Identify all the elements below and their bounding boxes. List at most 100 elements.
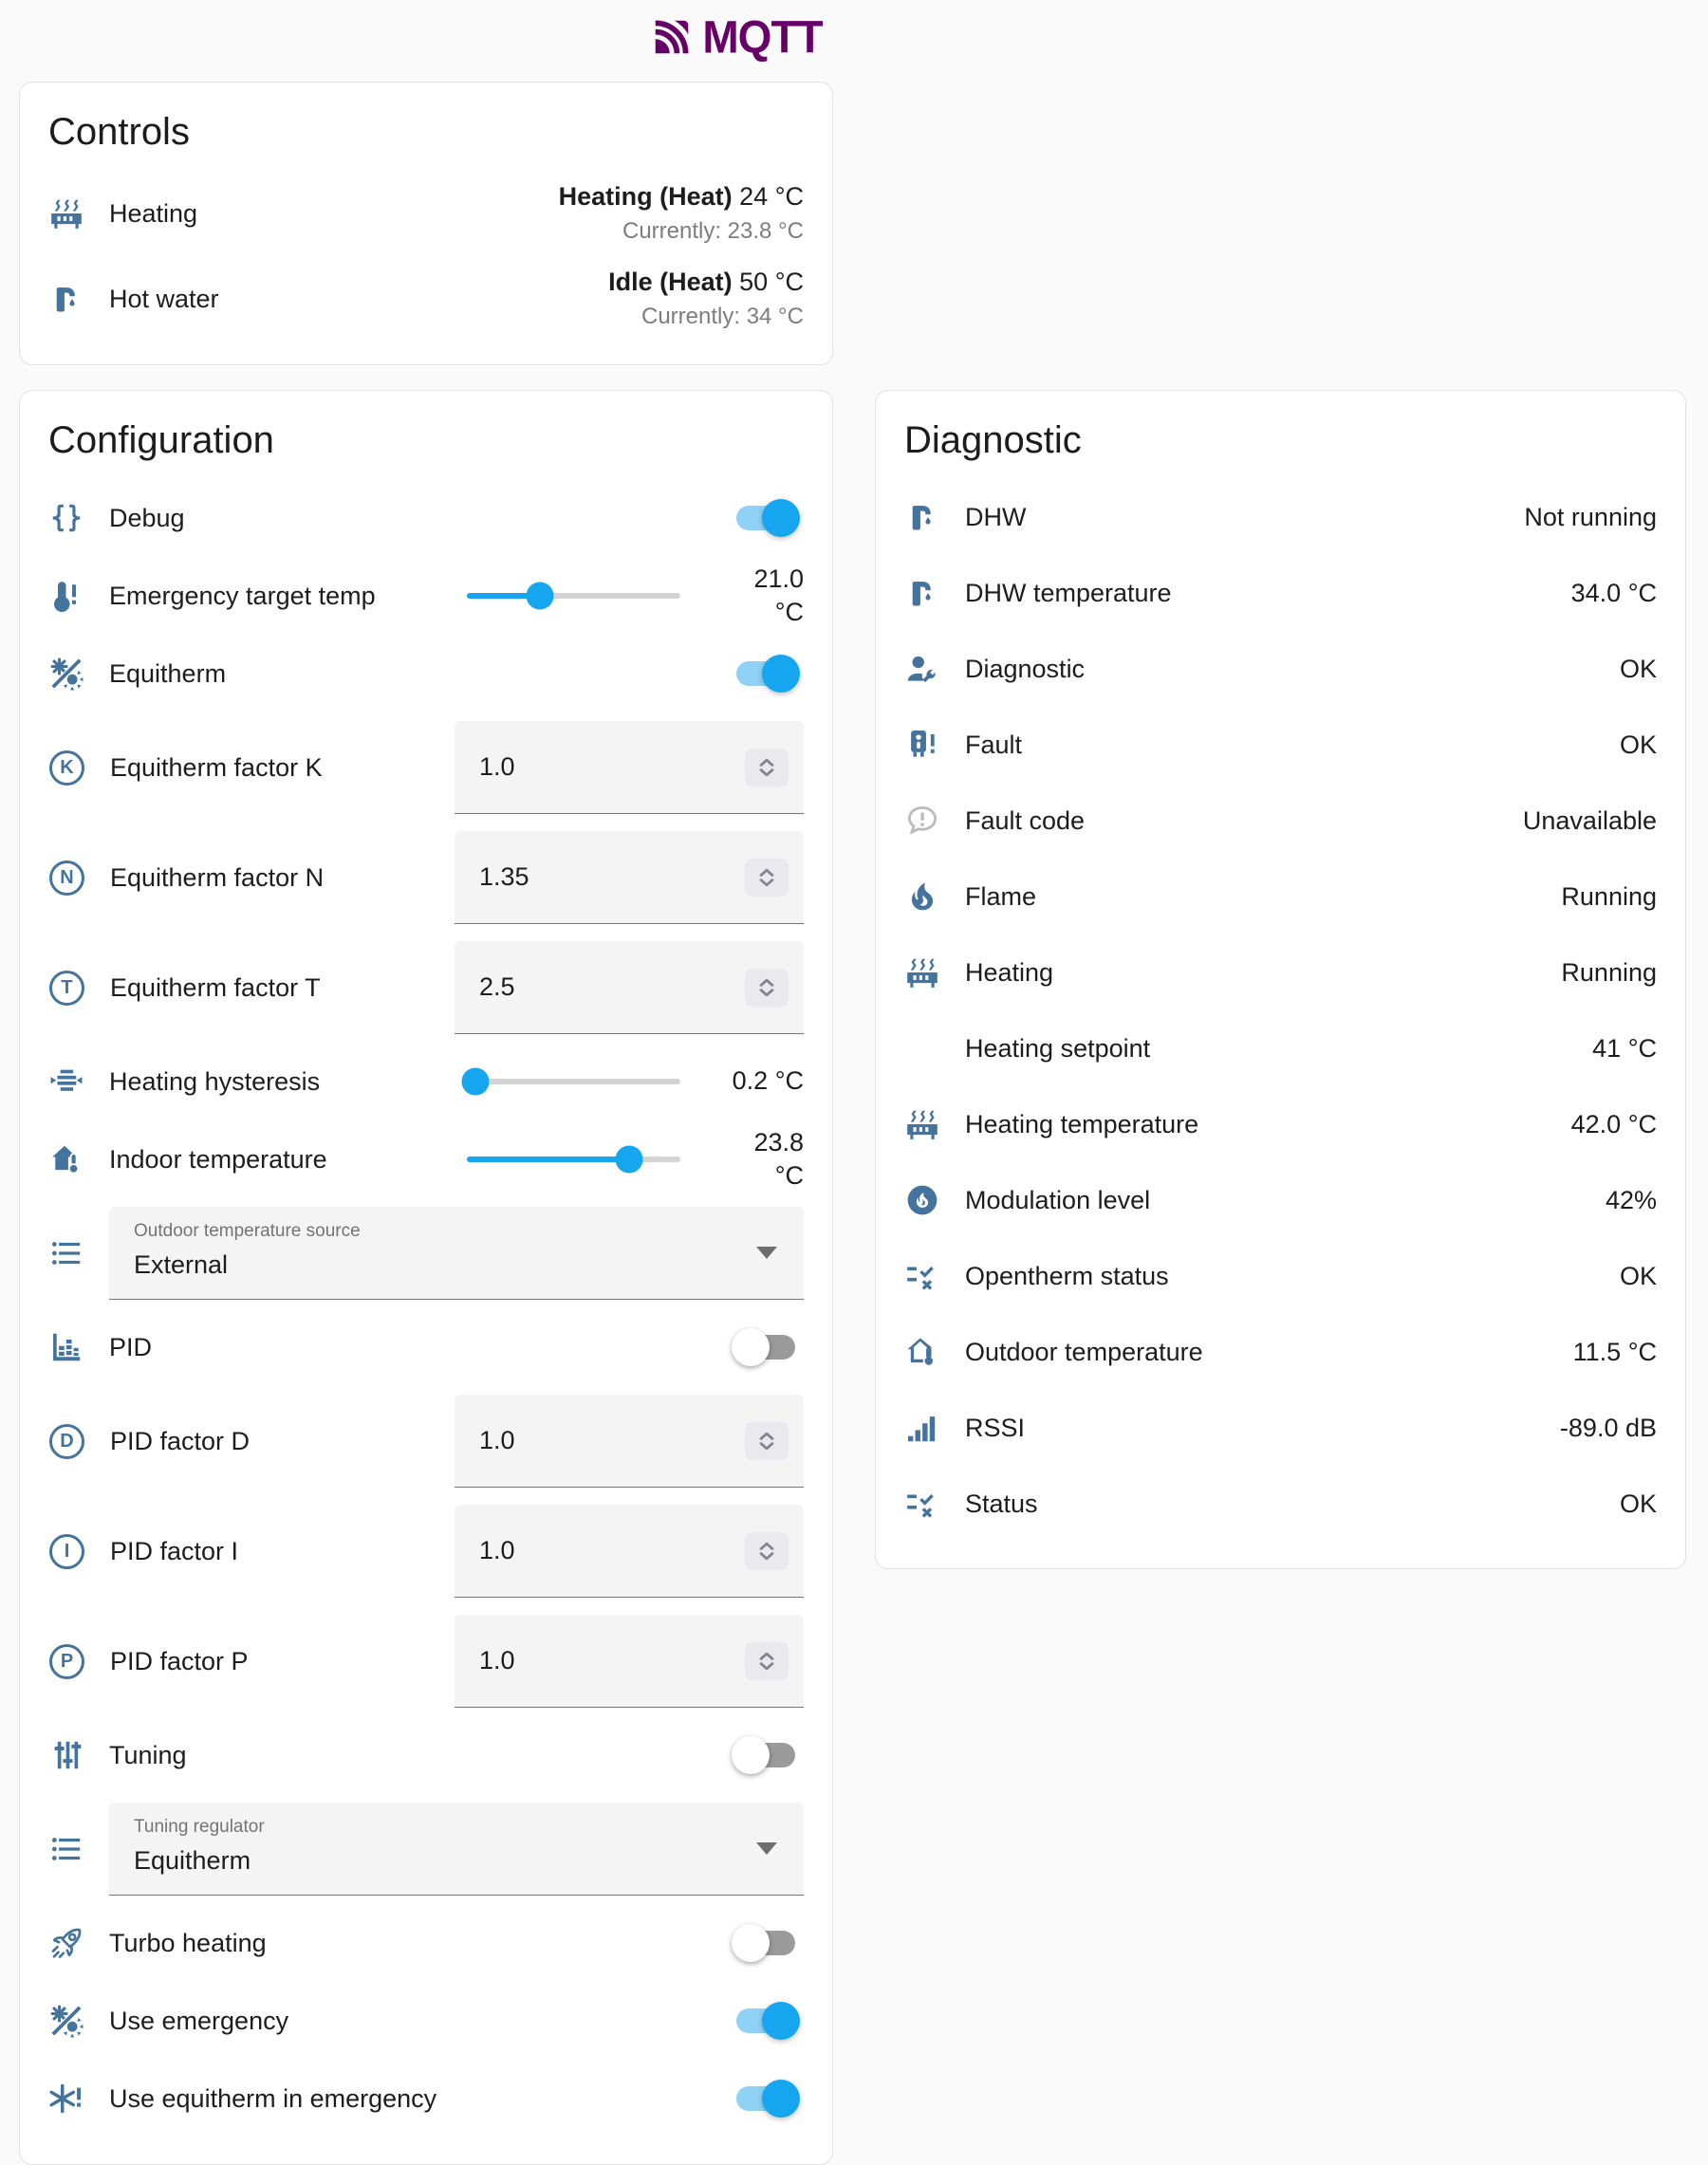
sun-snowflake-icon: [48, 2003, 84, 2039]
diag-row-rssi[interactable]: RSSI -89.0 dB: [904, 1390, 1657, 1466]
pid-factor-i-input[interactable]: 1.0: [455, 1505, 804, 1598]
climate-state: Heating (Heat) 24 °C Currently: 23.8 °C: [559, 182, 804, 245]
sensor-value: OK: [1620, 1262, 1657, 1291]
config-row-use-emergency: Use emergency: [48, 1982, 804, 2060]
pid-factor-p-input[interactable]: 1.0: [455, 1615, 804, 1708]
alpha-k-circle-icon: K: [49, 750, 84, 786]
sun-snowflake-icon: [48, 656, 84, 692]
diag-row-status[interactable]: Status OK: [904, 1466, 1657, 1542]
debug-toggle[interactable]: [736, 506, 795, 530]
control-row-hot-water[interactable]: Hot water Idle (Heat) 50 °C Currently: 3…: [48, 256, 804, 342]
alpha-d-circle-icon: D: [49, 1424, 84, 1459]
list-status-icon: [904, 1258, 940, 1294]
sensor-value: 42%: [1606, 1186, 1657, 1215]
diag-row-fault[interactable]: Fault OK: [904, 707, 1657, 783]
diag-row-heating[interactable]: Heating Running: [904, 934, 1657, 1010]
select-label: Tuning regulator: [134, 1817, 737, 1838]
sensor-value: 34.0 °C: [1571, 579, 1657, 608]
tuning-regulator-select[interactable]: Tuning regulator Equitherm: [109, 1803, 804, 1896]
diag-row-dhw[interactable]: DHW Not running: [904, 479, 1657, 555]
select-value: Equitherm: [134, 1846, 737, 1876]
diag-row-modulation-level[interactable]: Modulation level 42%: [904, 1162, 1657, 1238]
diag-row-diagnostic[interactable]: Diagnostic OK: [904, 631, 1657, 707]
config-row-heating-hysteresis: Heating hysteresis 0.2 °C: [48, 1043, 804, 1120]
diag-row-heating-setpoint[interactable]: Heating setpoint 41 °C: [904, 1010, 1657, 1086]
sensor-value: Running: [1561, 958, 1657, 988]
config-row-pid-factor-p: P PID factor P 1.0: [48, 1606, 804, 1716]
water-pump-icon: [48, 281, 84, 317]
equitherm-toggle[interactable]: [736, 661, 795, 686]
use-emergency-toggle[interactable]: [736, 2008, 795, 2033]
outdoor-temperature-source-select[interactable]: Outdoor temperature source External: [109, 1207, 804, 1300]
sensor-label: DHW temperature: [965, 579, 1547, 608]
setting-label: Use equitherm in emergency: [109, 2084, 712, 2114]
use-equitherm-in-emergency-toggle[interactable]: [736, 2086, 795, 2111]
slider-value: 23.8 °C: [720, 1126, 804, 1193]
fire-icon: [904, 879, 940, 915]
pid-factor-d-input[interactable]: 1.0: [455, 1395, 804, 1488]
config-row-pid-factor-i: I PID factor I 1.0: [48, 1496, 804, 1606]
sensor-value: 42.0 °C: [1571, 1110, 1657, 1139]
config-row-debug: Debug: [48, 479, 804, 557]
setting-label: PID factor P: [110, 1647, 430, 1676]
number-stepper[interactable]: [745, 1532, 789, 1570]
thermometer-water-icon: [904, 1030, 940, 1066]
heating-hysteresis-slider[interactable]: [467, 1079, 680, 1084]
chevron-up-down-icon: [754, 1539, 779, 1564]
setting-label: Equitherm factor N: [110, 863, 430, 893]
diag-row-opentherm-status[interactable]: Opentherm status OK: [904, 1238, 1657, 1314]
diag-row-outdoor-temperature[interactable]: Outdoor temperature 11.5 °C: [904, 1314, 1657, 1390]
setting-label: Tuning: [109, 1741, 712, 1770]
setting-label: Heating hysteresis: [109, 1067, 442, 1097]
equitherm-factor-k-input[interactable]: 1.0: [455, 721, 804, 814]
sensor-label: DHW: [965, 503, 1499, 532]
sensor-label: RSSI: [965, 1414, 1535, 1443]
indoor-temperature-slider[interactable]: [467, 1157, 680, 1162]
tuning-toggle[interactable]: [736, 1743, 795, 1767]
diagnostic-card: Diagnostic DHW Not running DHW temperatu…: [875, 390, 1686, 1569]
number-value: 1.0: [479, 1536, 515, 1565]
header: MQTT: [0, 0, 1571, 63]
device-page: MQTT Controls Heating Heating (Heat) 24 …: [0, 0, 1708, 2165]
snowflake-alert-icon: [48, 2081, 84, 2117]
number-stepper[interactable]: [745, 1642, 789, 1680]
diag-row-dhw-temperature[interactable]: DHW temperature 34.0 °C: [904, 555, 1657, 631]
message-alert-icon: [904, 803, 940, 839]
config-row-indoor-temperature: Indoor temperature 23.8 °C: [48, 1120, 804, 1198]
setting-label: Indoor temperature: [109, 1145, 442, 1175]
sensor-label: Outdoor temperature: [965, 1338, 1549, 1367]
sensor-value: Running: [1561, 882, 1657, 912]
sensor-value: OK: [1620, 655, 1657, 684]
diagnostic-title: Diagnostic: [904, 419, 1657, 462]
pid-toggle[interactable]: [736, 1335, 795, 1360]
controls-card: Controls Heating Heating (Heat) 24 °C Cu…: [19, 82, 833, 365]
turbo-heating-toggle[interactable]: [736, 1931, 795, 1955]
configuration-card: Configuration Debug Emergency target tem…: [19, 390, 833, 2165]
alpha-i-circle-icon: I: [49, 1534, 84, 1569]
fire-circle-icon: [904, 1182, 940, 1218]
emergency-target-temp-slider[interactable]: [467, 593, 680, 599]
equitherm-factor-t-input[interactable]: 2.5: [455, 941, 804, 1034]
hvac-action: Idle (Heat): [608, 268, 733, 296]
number-stepper[interactable]: [745, 749, 789, 786]
number-stepper[interactable]: [745, 859, 789, 897]
setting-label: Equitherm factor T: [110, 973, 430, 1003]
diag-row-fault-code[interactable]: Fault code Unavailable: [904, 783, 1657, 859]
diag-row-flame[interactable]: Flame Running: [904, 859, 1657, 934]
number-stepper[interactable]: [745, 1422, 789, 1460]
setting-label: Equitherm: [109, 659, 712, 689]
sensor-label: Heating: [965, 958, 1536, 988]
setting-label: Emergency target temp: [109, 582, 442, 611]
sensor-value: Unavailable: [1523, 806, 1657, 836]
chevron-up-down-icon: [754, 865, 779, 890]
format-list-bulleted-icon: [48, 1235, 84, 1271]
diag-row-heating-temperature[interactable]: Heating temperature 42.0 °C: [904, 1086, 1657, 1162]
chevron-up-down-icon: [754, 755, 779, 780]
config-row-tuning-regulator: Tuning regulator Equitherm: [48, 1794, 804, 1904]
dropdown-arrow-icon: [756, 1842, 777, 1855]
controls-title: Controls: [48, 111, 804, 154]
equitherm-factor-n-input[interactable]: 1.35: [455, 831, 804, 924]
sensor-label: Opentherm status: [965, 1262, 1595, 1291]
number-stepper[interactable]: [745, 969, 789, 1007]
control-row-heating[interactable]: Heating Heating (Heat) 24 °C Currently: …: [48, 171, 804, 256]
